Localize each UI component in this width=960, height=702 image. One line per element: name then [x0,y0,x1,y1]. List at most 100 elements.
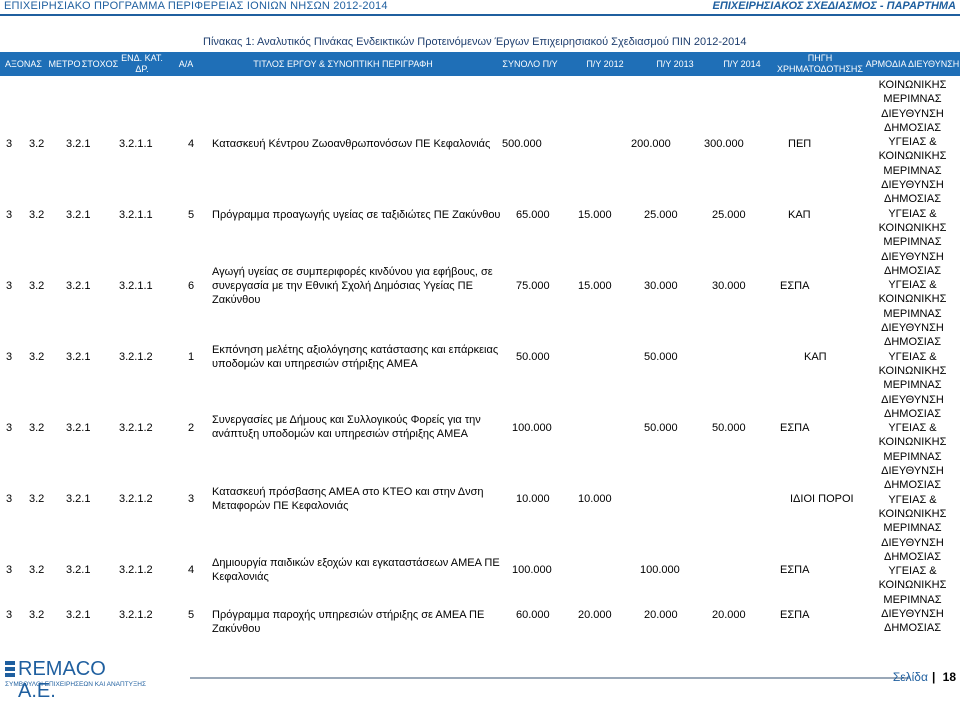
cell-end: 3.2.1.2 [119,422,153,434]
armodia-line: ΔΙΕΥΘΥΝΣΗ [881,107,944,120]
armodia-line: ΚΟΙΝΩΝΙΚΗΣ [878,150,947,163]
armodia-line: ΔΗΜΟΣΙΑΣ [883,550,941,563]
cell-synolo: 500.000 [502,138,542,150]
header-py2012: Π/Υ 2012 [586,58,624,69]
armodia-line: ΥΓΕΙΑΣ & [888,350,937,363]
header-metro: ΜΕΤΡΟ [48,58,81,69]
armodia-line: ΚΟΙΝΩΝΙΚΗΣ [878,364,947,377]
cell-y2014: 20.000 [712,609,746,621]
armodia-line: ΔΗΜΟΣΙΑΣ [883,407,941,420]
armodia-line: ΥΓΕΙΑΣ & [888,422,937,435]
armodia-line: ΥΓΕΙΑΣ & [888,136,937,149]
armodia-line: ΥΓΕΙΑΣ & [888,565,937,578]
armodia-line: ΔΗΜΟΣΙΑΣ [883,193,941,206]
armodia-line: ΚΟΙΝΩΝΙΚΗΣ [878,221,947,234]
cell-end: 3.2.1.2 [119,351,153,363]
cell-aa: 4 [188,564,195,576]
logo-subtitle: ΣΥΜΒΟΥΛΟΙ ΕΠΙΧΕΙΡΗΣΕΩΝ ΚΑΙ ΑΝΑΠΤΥΞΗΣ [5,681,146,688]
armodia-line: ΥΓΕΙΑΣ & [888,493,937,506]
cell-metro: 3.2 [29,564,45,576]
armodia-line: ΥΓΕΙΑΣ & [888,279,937,292]
cell-y2012: 10.000 [578,493,612,505]
cell-stoxos: 3.2.1 [66,280,91,292]
cell-y2013: 100.000 [640,564,680,576]
cell-stoxos: 3.2.1 [66,493,91,505]
armodia-line: ΚΟΙΝΩΝΙΚΗΣ [878,507,947,520]
header-end-kat: ΕΝΔ. ΚΑΤ. ΔΡ. [121,53,163,74]
cell-axonas: 3 [6,209,13,221]
cell-title: Δημιουργία παιδικών εξοχών και εγκαταστά… [212,557,500,583]
header-titlos: ΤΙΤΛΟΣ ΕΡΓΟΥ & ΣΥΝΟΠΤΙΚΗ ΠΕΡΙΓΡΑΦΗ [253,58,433,69]
armodia-line: ΜΕΡΙΜΝΑΣ [883,379,942,392]
cell-stoxos: 3.2.1 [66,209,91,221]
logo-name: REMACO A.E. [18,658,106,702]
cell-aa: 1 [188,351,195,363]
cell-y2012: 15.000 [578,209,612,221]
cell-title: Κατασκευή Κέντρου Ζωοανθρωπονόσων ΠΕ Κεφ… [212,138,491,150]
armodia-line: ΔΙΕΥΘΥΝΣΗ [881,179,944,192]
armodia-line: ΔΙΕΥΘΥΝΣΗ [881,393,944,406]
cell-y2013: 50.000 [644,422,678,434]
armodia-line: ΜΕΡΙΜΝΑΣ [883,593,942,606]
top-bar: ΕΠΙΧΕΙΡΗΣΙΑΚΟ ΠΡΟΓΡΑΜΜΑ ΠΕΡΙΦΕΡΕΙΑΣ ΙΟΝΙ… [0,0,960,16]
armodia-line: ΔΗΜΟΣΙΑΣ [883,622,941,635]
cell-y2013: 50.000 [644,351,678,363]
table-header: ΑΞΟΝΑΣ ΜΕΤΡΟ ΣΤΟΧΟΣ ΕΝΔ. ΚΑΤ. ΔΡ. Α/Α ΤΙ… [0,52,960,76]
cell-end: 3.2.1.1 [119,280,153,292]
cell-y2013: 25.000 [644,209,678,221]
cell-pigi: ΠΕΠ [788,138,812,150]
cell-title: Αγωγή υγείας σε συμπεριφορές κινδύνου γι… [212,266,493,306]
header-synolo: ΣΥΝΟΛΟ Π/Υ [502,58,558,69]
cell-end: 3.2.1.1 [119,138,153,150]
cell-end: 3.2.1.2 [119,609,153,621]
cell-synolo: 65.000 [516,209,550,221]
cell-title: Πρόγραμμα παροχής υπηρεσιών στήριξης σε … [212,609,485,635]
cell-stoxos: 3.2.1 [66,422,91,434]
cell-title: Συνεργασίες με Δήμους και Συλλογικούς Φο… [212,414,481,440]
armodia-line: ΔΗΜΟΣΙΑΣ [883,336,941,349]
cell-stoxos: 3.2.1 [66,138,91,150]
armodia-column: ΚΟΙΝΩΝΙΚΗΣ ΜΕΡΙΜΝΑΣ ΔΙΕΥΘΥΝΣΗ ΔΗΜΟΣΙΑΣ ΥΓΕΙΑ… [865,78,960,636]
cell-metro: 3.2 [29,609,45,621]
armodia-line: ΔΙΕΥΘΥΝΣΗ [881,536,944,549]
armodia-line: ΚΟΙΝΩΝΙΚΗΣ [878,436,947,449]
cell-stoxos: 3.2.1 [66,351,91,363]
cell-y2012: 20.000 [578,609,612,621]
cell-end: 3.2.1.1 [119,209,153,221]
armodia-line: ΚΟΙΝΩΝΙΚΗΣ [878,579,947,592]
header-armodia: ΑΡΜΟΔΙΑ ΔΙΕΥΘΥΝΣΗ [865,58,960,69]
section-title: ΕΠΙΧΕΙΡΗΣΙΑΚΟΣ ΣΧΕΔΙΑΣΜΟΣ - ΠΑΡΑΡΤΗΜΑ [712,0,957,12]
header-py2014: Π/Υ 2014 [723,58,761,69]
cell-axonas: 3 [6,564,13,576]
cell-y2013: 200.000 [631,138,671,150]
cell-aa: 5 [188,209,195,221]
armodia-line: ΜΕΡΙΜΝΑΣ [883,93,942,106]
cell-synolo: 10.000 [516,493,550,505]
cell-synolo: 100.000 [512,422,552,434]
header-aa: Α/Α [178,58,194,69]
footer-divider [190,677,910,679]
cell-axonas: 3 [6,493,13,505]
cell-y2013: 30.000 [644,280,678,292]
armodia-line: ΚΟΙΝΩΝΙΚΗΣ [878,79,947,91]
cell-metro: 3.2 [29,280,45,292]
cell-pigi: ΙΔΙΟΙ ΠΟΡΟΙ [790,493,854,505]
cell-y2014: 25.000 [712,209,746,221]
cell-aa: 3 [188,493,195,505]
cell-pigi: ΚΑΠ [788,209,811,221]
cell-pigi: ΕΣΠΑ [780,280,810,292]
armodia-line: ΚΟΙΝΩΝΙΚΗΣ [878,293,947,306]
armodia-line: ΔΙΕΥΘΥΝΣΗ [881,322,944,335]
header-stoxos: ΣΤΟΧΟΣ [81,58,119,69]
cell-y2014: 30.000 [712,280,746,292]
armodia-line: ΔΗΜΟΣΙΑΣ [883,121,941,134]
slide-num: 18 [942,670,956,684]
cell-title: Κατασκευή πρόσβασης ΑΜΕΑ στο ΚΤΕΟ και στ… [212,486,484,512]
armodia-line: ΥΓΕΙΑΣ & [888,207,937,220]
armodia-line: ΔΙΕΥΘΥΝΣΗ [881,250,944,263]
header-axonas: ΑΞΟΝΑΣ [5,58,42,69]
armodia-line: ΜΕΡΙΜΝΑΣ [883,522,942,535]
armodia-line: ΔΗΜΟΣΙΑΣ [883,479,941,492]
company-logo: REMACO A.E. ΣΥΜΒΟΥΛΟΙ ΕΠΙΧΕΙΡΗΣΕΩΝ ΚΑΙ Α… [5,658,146,702]
cell-metro: 3.2 [29,422,45,434]
